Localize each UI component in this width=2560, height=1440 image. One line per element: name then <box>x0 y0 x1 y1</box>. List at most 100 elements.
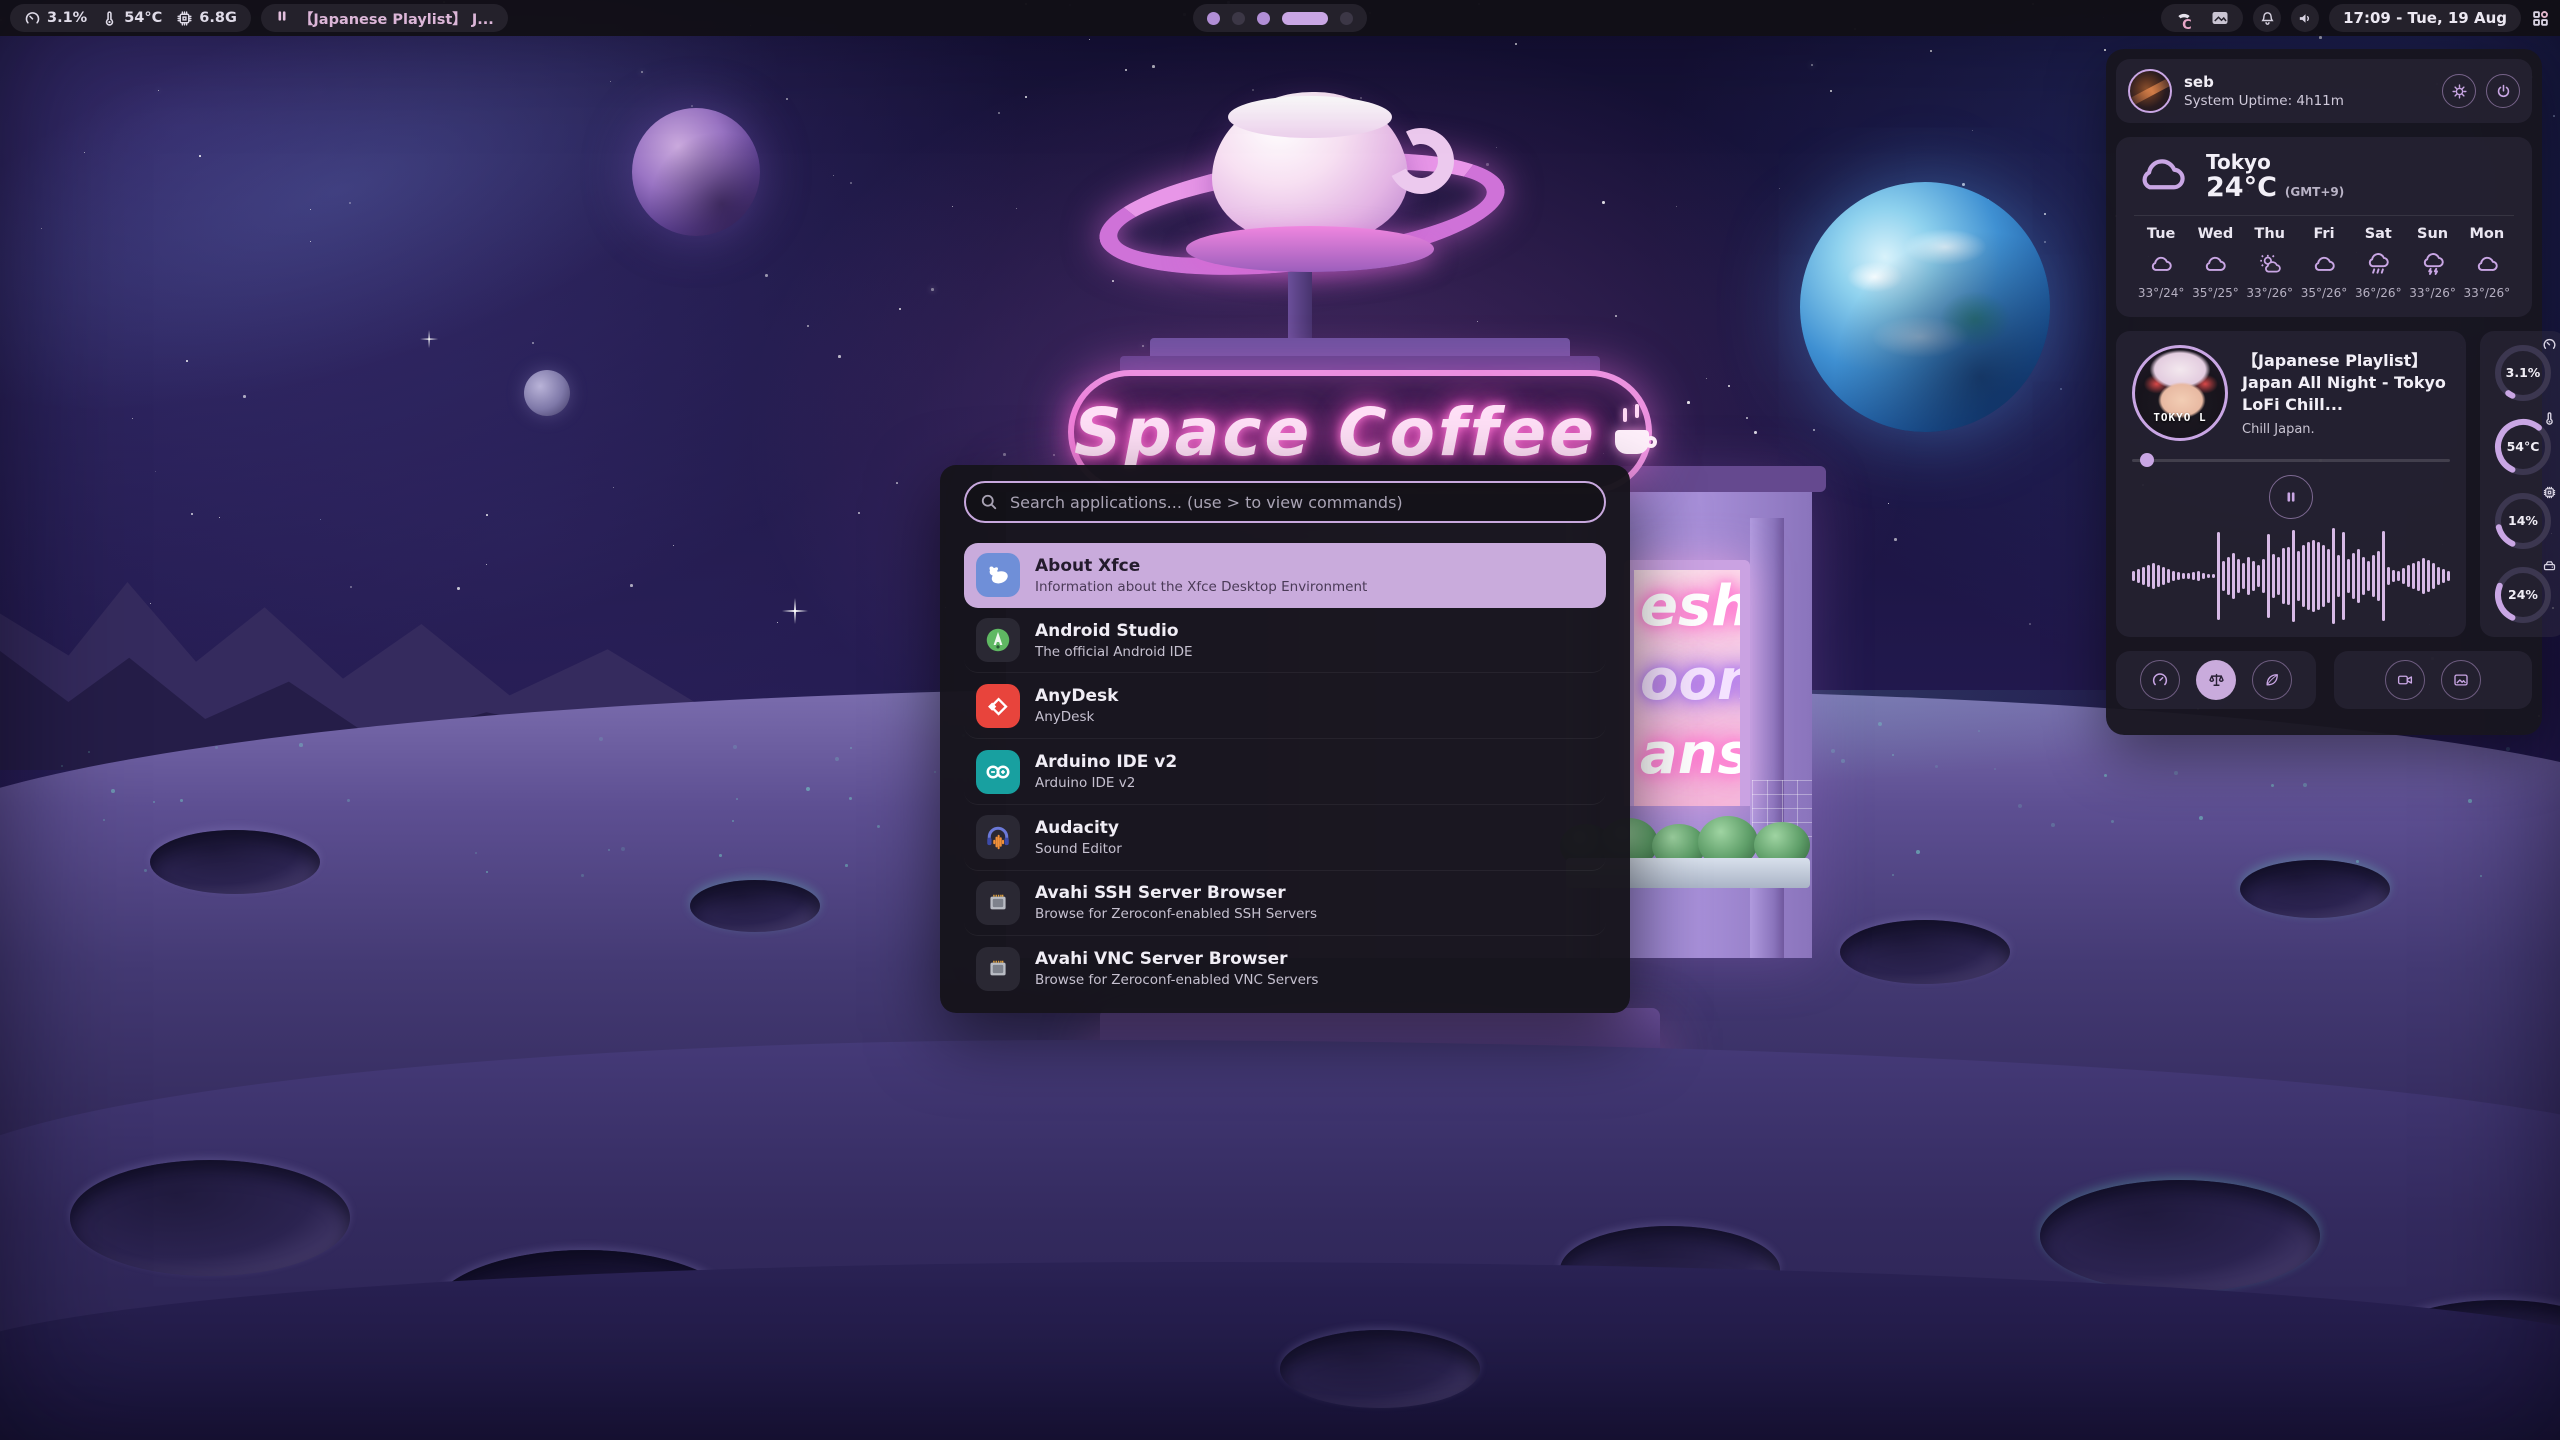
app-grid-icon[interactable] <box>2531 9 2550 28</box>
neon-sign-line: esh <box>1634 570 1740 644</box>
system-stats-widget[interactable]: 3.1% 54°C 6.8G <box>10 4 251 32</box>
wallpaper-icon[interactable] <box>2211 9 2229 27</box>
power-icon <box>2495 83 2512 100</box>
storm-icon <box>2405 250 2459 278</box>
settings-button[interactable] <box>2442 74 2476 108</box>
app-row-about-xfce[interactable]: About Xfce Information about the Xfce De… <box>964 543 1606 608</box>
waveform-bar <box>2132 571 2135 581</box>
balanced-mode-button[interactable] <box>2196 660 2236 700</box>
anydesk-icon <box>976 684 1020 728</box>
waveform-bar <box>2327 549 2330 603</box>
waveform-bar <box>2417 561 2420 591</box>
gauge-temp: 54°C <box>2487 413 2559 481</box>
waveform-bar <box>2377 551 2380 601</box>
waveform-bar <box>2372 555 2375 597</box>
screen: esh oon ans Space Coffee <box>0 0 2560 1440</box>
power-button[interactable] <box>2486 74 2520 108</box>
temperature-value: 54°C <box>124 10 162 26</box>
neon-sign-line: ans <box>1634 718 1740 792</box>
notifications-button[interactable] <box>2253 4 2281 32</box>
app-description: Sound Editor <box>1035 841 1122 857</box>
powersave-mode-button[interactable] <box>2252 660 2292 700</box>
waveform-bar <box>2287 547 2290 605</box>
waveform-bar <box>2402 568 2405 584</box>
search-input[interactable] <box>964 481 1606 523</box>
crater <box>70 1160 350 1276</box>
tray-widget[interactable]: C <box>2161 4 2243 32</box>
pause-icon <box>275 9 289 27</box>
waveform-bar <box>2167 569 2170 583</box>
clock-text: 17:09 - Tue, 19 Aug <box>2343 9 2507 27</box>
app-name: About Xfce <box>1035 556 1367 576</box>
waveform-bar <box>2297 551 2300 601</box>
forecast-day-label: Tue <box>2134 226 2188 242</box>
now-playing-text: 【Japanese Playlist】 J... <box>299 8 494 29</box>
temperature-stat: 54°C <box>101 10 162 27</box>
screen-record-button[interactable] <box>2385 660 2425 700</box>
app-description: The official Android IDE <box>1035 644 1193 660</box>
waveform-bar <box>2262 559 2265 593</box>
cloud-icon <box>2134 153 2190 201</box>
workspace-dot-occupied[interactable] <box>1207 12 1220 25</box>
pause-icon <box>2284 490 2298 504</box>
workspace-dot-empty[interactable] <box>1340 12 1353 25</box>
waveform-bar <box>2432 563 2435 589</box>
app-row-avahi-vnc[interactable]: Avahi VNC Server Browser Browse for Zero… <box>964 936 1606 1001</box>
divider <box>2134 215 2514 216</box>
clock-widget[interactable]: 17:09 - Tue, 19 Aug <box>2329 4 2521 32</box>
forecast-day: Sat36°/26° <box>2351 226 2405 300</box>
workspace-dot-occupied[interactable] <box>1257 12 1270 25</box>
gauge-chip: 14% <box>2487 487 2559 555</box>
waveform-bar <box>2347 559 2350 593</box>
app-row-arduino[interactable]: Arduino IDE v2 Arduino IDE v2 <box>964 739 1606 805</box>
track-subtitle: Chill Japan. <box>2242 422 2450 437</box>
forecast-temps: 35°/26° <box>2297 286 2351 300</box>
forecast-day: Tue 33°/24° <box>2134 226 2188 300</box>
workspace-dot-empty[interactable] <box>1232 12 1245 25</box>
waveform-bar <box>2357 549 2360 603</box>
coffee-cup-icon <box>1615 424 1646 454</box>
waveform-bar <box>2282 548 2285 604</box>
track-progress-slider[interactable] <box>2132 453 2450 467</box>
waveform-bar <box>2237 559 2240 593</box>
performance-mode-button[interactable] <box>2140 660 2180 700</box>
waveform-bar <box>2217 532 2220 620</box>
forecast-temps: 33°/24° <box>2134 286 2188 300</box>
waveform-bar <box>2202 573 2205 579</box>
waveform-bar <box>2242 563 2245 589</box>
pause-button[interactable] <box>2269 475 2313 519</box>
forecast-day: Sun33°/26° <box>2405 226 2459 300</box>
now-playing-widget[interactable]: 【Japanese Playlist】 J... <box>261 4 508 32</box>
app-description: AnyDesk <box>1035 709 1118 725</box>
weather-widget: Tokyo 24°C (GMT+9) Tue33°/24°Wed35°/25°T… <box>2116 137 2532 317</box>
speedometer-icon <box>2542 337 2557 356</box>
cloudy-icon <box>2460 250 2514 278</box>
waveform-bar <box>2277 557 2280 595</box>
forecast-temps: 33°/26° <box>2405 286 2459 300</box>
gauge-cpu: 3.1% <box>2487 339 2559 407</box>
progress-handle[interactable] <box>2140 453 2154 467</box>
media-player-widget: TOKYO L 【Japanese Playlist】 Japan All Ni… <box>2116 331 2466 637</box>
app-description: Browse for Zeroconf-enabled VNC Servers <box>1035 972 1318 988</box>
app-row-anydesk[interactable]: AnyDesk AnyDesk <box>964 673 1606 739</box>
weather-timezone: (GMT+9) <box>2285 185 2344 199</box>
waveform-bar <box>2322 545 2325 607</box>
track-title: 【Japanese Playlist】 Japan All Night - To… <box>2242 350 2450 416</box>
workspace-dot-active[interactable] <box>1282 12 1328 25</box>
waveform-bar <box>2337 555 2340 597</box>
phone-status-icon[interactable]: C <box>2175 9 2193 27</box>
waveform-bar <box>2212 574 2215 578</box>
app-row-audacity[interactable]: Audacity Sound Editor <box>964 805 1606 871</box>
avatar <box>2128 69 2172 113</box>
thermometer-icon <box>101 10 118 27</box>
memory-stat: 6.8G <box>176 10 237 27</box>
crater <box>1280 1330 1480 1408</box>
app-row-avahi-ssh[interactable]: Avahi SSH Server Browser Browse for Zero… <box>964 871 1606 937</box>
waveform-bar <box>2272 554 2275 598</box>
forecast-day-label: Thu <box>2243 226 2297 242</box>
screenshot-button[interactable] <box>2441 660 2481 700</box>
album-art: TOKYO L <box>2132 345 2228 441</box>
gauge-value: 3.1% <box>2487 365 2559 380</box>
app-row-android-studio[interactable]: Android Studio The official Android IDE <box>964 608 1606 674</box>
volume-button[interactable] <box>2291 4 2319 32</box>
